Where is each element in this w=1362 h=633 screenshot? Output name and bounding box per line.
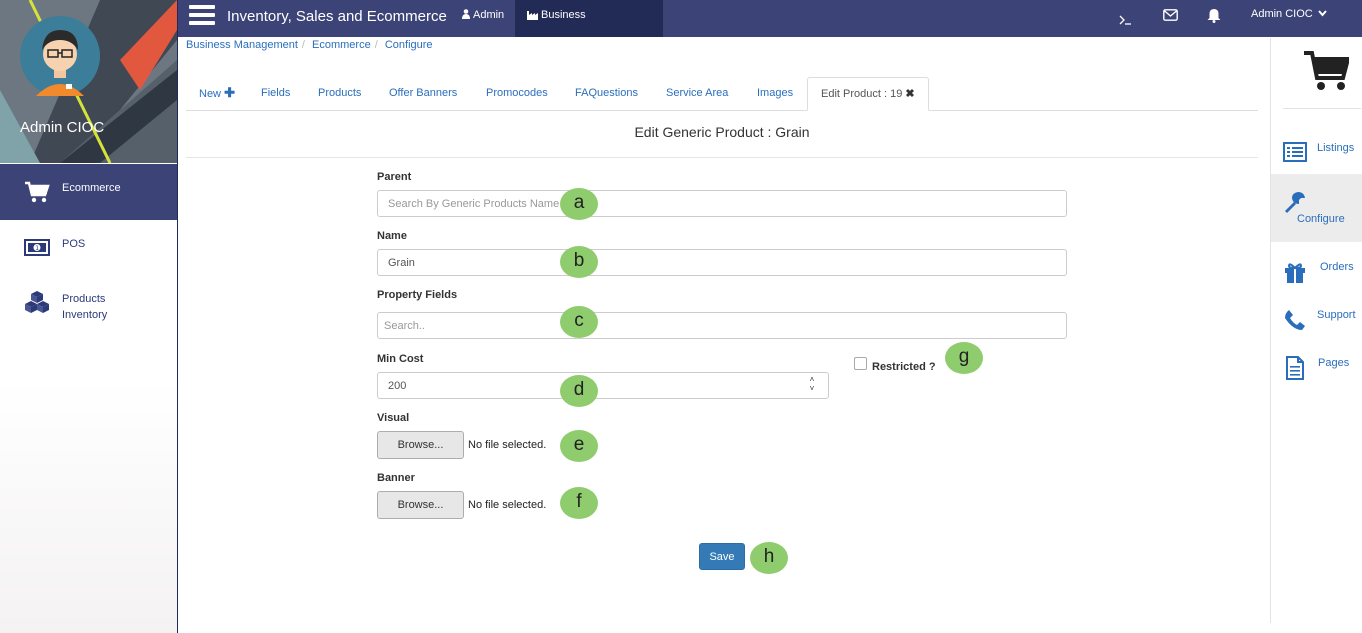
- profile-card: Admin CIOC: [0, 0, 177, 163]
- page-title: Edit Generic Product : Grain: [634, 124, 810, 140]
- visual-browse-button[interactable]: Browse...: [377, 431, 464, 459]
- right-item-orders[interactable]: Orders: [1271, 252, 1362, 292]
- right-item-label: Listings: [1317, 142, 1355, 154]
- parent-label: Parent: [377, 171, 412, 183]
- tab-images[interactable]: Images: [744, 77, 806, 111]
- right-panel: Listings Configure Orders Support Pages: [1270, 38, 1362, 623]
- tab-offer-banners[interactable]: Offer Banners: [376, 77, 470, 111]
- cubes-icon: [25, 291, 49, 313]
- plus-icon: ✚: [224, 85, 235, 100]
- restricted-label: Restricted ?: [872, 361, 936, 373]
- user-menu[interactable]: Admin CIOC: [1251, 8, 1327, 20]
- save-button[interactable]: Save: [699, 543, 745, 570]
- marker-d: d: [560, 375, 598, 407]
- sidebar-item-label: POS: [62, 238, 86, 250]
- sidebar-item-pos[interactable]: 1 POS: [0, 220, 177, 276]
- marker-b: b: [560, 246, 598, 278]
- marker-h: h: [750, 542, 788, 574]
- nav-admin-label: Admin: [473, 9, 505, 21]
- cart-icon: [25, 181, 50, 203]
- right-item-label: Pages: [1318, 357, 1350, 369]
- close-icon[interactable]: ✖: [905, 88, 914, 100]
- banner-label: Banner: [377, 472, 415, 484]
- sidebar-item-label: Ecommerce: [62, 182, 121, 194]
- right-item-configure[interactable]: Configure: [1271, 174, 1362, 242]
- svg-text:1: 1: [35, 245, 39, 252]
- document-icon: [1286, 356, 1304, 380]
- wrench-icon: [1285, 192, 1305, 213]
- banner-file-status: No file selected.: [468, 499, 547, 511]
- breadcrumb: Business Management / Ecommerce / Configur…: [186, 39, 433, 51]
- property-fields-label: Property Fields: [377, 289, 458, 301]
- min-cost-label: Min Cost: [377, 353, 424, 365]
- parent-search-input[interactable]: [377, 190, 1067, 217]
- left-sidebar: Admin CIOC Ecommerce 1 POS Products Inve…: [0, 0, 178, 633]
- tab-bar: New ✚ Fields Products Offer Banners Prom…: [186, 77, 1258, 111]
- hamburger-menu-icon[interactable]: [189, 5, 215, 29]
- right-item-pages[interactable]: Pages: [1271, 348, 1362, 388]
- right-item-label: Configure: [1297, 213, 1345, 225]
- right-item-label: Support: [1317, 309, 1356, 321]
- breadcrumb-ecommerce[interactable]: Ecommerce: [312, 39, 371, 51]
- sidebar-item-label-line1: Products: [62, 293, 106, 305]
- marker-a: a: [560, 188, 598, 220]
- avatar: [20, 16, 100, 96]
- right-item-support[interactable]: Support: [1271, 300, 1362, 340]
- restricted-checkbox[interactable]: [854, 357, 867, 370]
- divider: [1283, 108, 1361, 109]
- visual-file-status: No file selected.: [468, 439, 547, 451]
- list-icon: [1283, 142, 1307, 162]
- top-navbar: Inventory, Sales and Ecommerce Admin Bus…: [178, 0, 1362, 52]
- tab-promocodes[interactable]: Promocodes: [473, 77, 561, 111]
- right-item-label: Orders: [1320, 261, 1354, 273]
- name-input[interactable]: [377, 249, 1067, 276]
- marker-g: g: [945, 342, 983, 374]
- banner-browse-button[interactable]: Browse...: [377, 491, 464, 519]
- sidebar-item-products-inventory[interactable]: Products Inventory: [0, 280, 177, 340]
- bell-icon[interactable]: [1207, 8, 1221, 23]
- user-icon: [462, 9, 470, 19]
- marker-e: e: [560, 430, 598, 462]
- chevron-down-icon: [1318, 10, 1327, 17]
- tab-products[interactable]: Products: [305, 77, 374, 111]
- industry-icon: [527, 11, 538, 20]
- marker-f: f: [560, 487, 598, 519]
- user-menu-label: Admin CIOC: [1251, 8, 1313, 20]
- tab-edit-product[interactable]: Edit Product : 19 ✖: [807, 77, 929, 111]
- tab-new-label: New: [199, 88, 222, 100]
- profile-name: Admin CIOC: [20, 119, 105, 136]
- nav-admin-link[interactable]: Admin: [450, 0, 516, 37]
- cart-icon: [1304, 51, 1349, 90]
- tab-faquestions[interactable]: FAQuestions: [562, 77, 651, 111]
- right-item-listings[interactable]: Listings: [1271, 130, 1362, 174]
- breadcrumb-business-management[interactable]: Business Management: [186, 39, 298, 51]
- min-cost-input[interactable]: [377, 372, 829, 399]
- tab-new[interactable]: New ✚: [186, 77, 248, 111]
- app-title: Inventory, Sales and Ecommerce: [227, 8, 447, 25]
- property-fields-input[interactable]: [377, 312, 1067, 339]
- sidebar-item-ecommerce[interactable]: Ecommerce: [0, 164, 177, 220]
- terminal-icon[interactable]: [1119, 13, 1133, 25]
- gift-icon: [1285, 263, 1305, 283]
- sidebar-item-label-line2: Inventory: [62, 309, 108, 321]
- phone-icon: [1285, 310, 1305, 330]
- visual-label: Visual: [377, 412, 410, 424]
- tab-edit-product-label: Edit Product : 19: [821, 88, 903, 100]
- tab-service-area[interactable]: Service Area: [653, 77, 741, 111]
- cash-icon: 1: [24, 239, 50, 256]
- number-spinner[interactable]: ˄ ˅: [806, 375, 818, 395]
- breadcrumb-configure[interactable]: Configure: [385, 39, 433, 51]
- nav-business-management-link[interactable]: Business Management: [515, 0, 663, 52]
- envelope-icon[interactable]: [1163, 9, 1178, 21]
- divider: [186, 157, 1258, 158]
- name-label: Name: [377, 230, 407, 242]
- tab-fields[interactable]: Fields: [248, 77, 303, 111]
- marker-c: c: [560, 306, 598, 338]
